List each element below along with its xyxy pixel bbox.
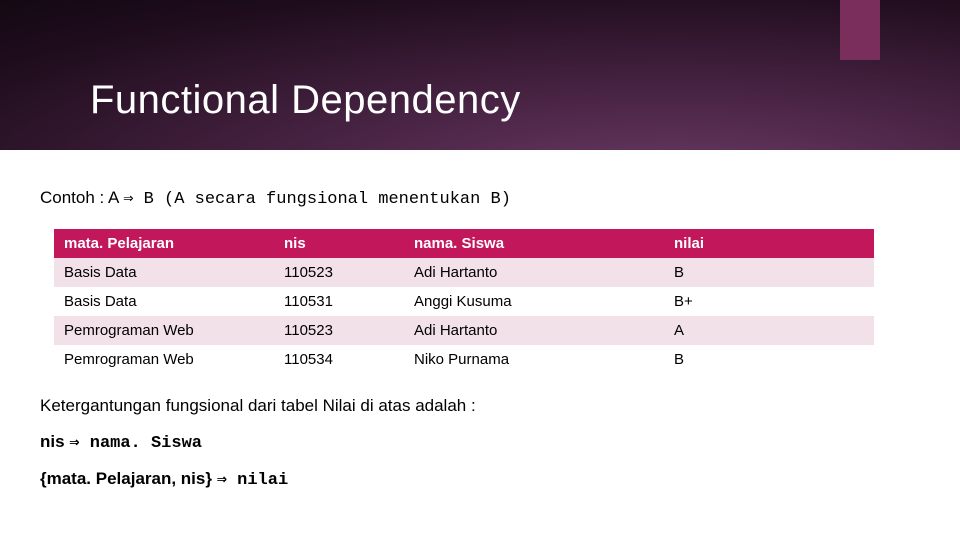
th-matapelajaran: mata. Pelajaran: [54, 229, 274, 258]
slide-body: Contoh : A ⇒ B (A secara fungsional mene…: [40, 188, 920, 490]
cell-nilai: A: [664, 316, 874, 345]
example-prefix: Contoh : A: [40, 188, 123, 207]
header-band: [0, 0, 960, 150]
cell-namasiswa: Anggi Kusuma: [404, 287, 664, 316]
cell-nis: 110523: [274, 258, 404, 287]
example-line: Contoh : A ⇒ B (A secara fungsional mene…: [40, 188, 920, 209]
cell-nilai: B+: [664, 287, 874, 316]
example-rest: B (A secara fungsional menentukan B): [133, 190, 510, 209]
cell-namasiswa: Niko Purnama: [404, 345, 664, 374]
fd-intro-text: Ketergantungan fungsional dari tabel Nil…: [40, 396, 920, 416]
fd1-left: nis: [40, 432, 69, 451]
cell-nis: 110534: [274, 345, 404, 374]
cell-matapelajaran: Pemrograman Web: [54, 345, 274, 374]
cell-matapelajaran: Basis Data: [54, 287, 274, 316]
table-row: Basis Data 110531 Anggi Kusuma B+: [54, 287, 874, 316]
arrow-icon: ⇒: [217, 471, 227, 490]
accent-bar: [840, 0, 880, 60]
nilai-table: mata. Pelajaran nis nama. Siswa nilai Ba…: [54, 229, 874, 374]
cell-namasiswa: Adi Hartanto: [404, 258, 664, 287]
cell-nis: 110523: [274, 316, 404, 345]
fd-rule-2: {mata. Pelajaran, nis} ⇒ nilai: [40, 469, 920, 490]
arrow-icon: ⇒: [69, 434, 79, 453]
slide: Functional Dependency Contoh : A ⇒ B (A …: [0, 0, 960, 540]
fd2-left: {mata. Pelajaran, nis}: [40, 469, 217, 488]
th-namasiswa: nama. Siswa: [404, 229, 664, 258]
table-row: Pemrograman Web 110523 Adi Hartanto A: [54, 316, 874, 345]
fd-rule-1: nis ⇒ nama. Siswa: [40, 432, 920, 453]
arrow-icon: ⇒: [123, 190, 133, 209]
cell-matapelajaran: Basis Data: [54, 258, 274, 287]
fd1-right: nama. Siswa: [80, 434, 202, 453]
table-row: Basis Data 110523 Adi Hartanto B: [54, 258, 874, 287]
fd2-right: nilai: [227, 471, 288, 490]
th-nis: nis: [274, 229, 404, 258]
cell-matapelajaran: Pemrograman Web: [54, 316, 274, 345]
table-row: Pemrograman Web 110534 Niko Purnama B: [54, 345, 874, 374]
cell-nilai: B: [664, 345, 874, 374]
cell-nis: 110531: [274, 287, 404, 316]
table-header-row: mata. Pelajaran nis nama. Siswa nilai: [54, 229, 874, 258]
th-nilai: nilai: [664, 229, 874, 258]
slide-title: Functional Dependency: [90, 78, 521, 123]
cell-namasiswa: Adi Hartanto: [404, 316, 664, 345]
cell-nilai: B: [664, 258, 874, 287]
